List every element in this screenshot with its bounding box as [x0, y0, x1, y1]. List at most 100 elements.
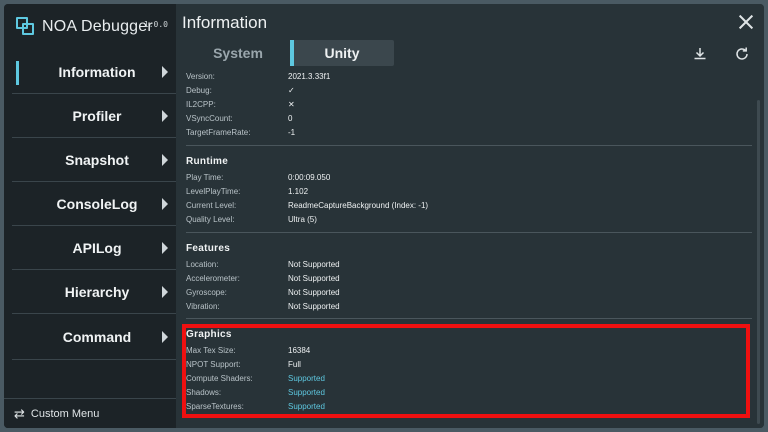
info-row: Debug: ✓ [186, 86, 752, 99]
sidebar-item-profiler[interactable]: Profiler [12, 94, 176, 138]
sidebar-item-label: Information [58, 63, 136, 80]
info-key: Location: [186, 260, 219, 269]
info-value: Supported [288, 388, 325, 397]
section-title: Features [186, 243, 231, 254]
info-row: Play Time: 0:00:09.050 [186, 173, 752, 186]
info-row: Location: Not Supported [186, 260, 752, 273]
info-content: Version: 2021.3.33f1 Debug: ✓ IL2CPP: ✕ … [176, 70, 764, 428]
sidebar-item-apilog[interactable]: APILog [12, 226, 176, 270]
info-value: ✓ [288, 86, 295, 95]
info-value: Supported [288, 374, 325, 383]
active-indicator [16, 61, 19, 85]
divider [186, 318, 752, 319]
info-row: Quality Level: Ultra (5) [186, 215, 752, 228]
refresh-icon[interactable] [734, 46, 750, 62]
info-key: Vibration: [186, 302, 220, 311]
noa-logo-icon [16, 17, 36, 37]
sidebar-item-snapshot[interactable]: Snapshot [12, 138, 176, 182]
sidebar-item-label: Command [62, 328, 132, 345]
chevron-right-icon [162, 330, 168, 343]
sidebar-item-label: Hierarchy [64, 283, 130, 300]
info-key: SparseTextures: [186, 402, 244, 411]
sidebar-item-consolelog[interactable]: ConsoleLog [12, 182, 176, 226]
info-key: Play Time: [186, 173, 224, 182]
info-row: Max Tex Size: 16384 [186, 346, 752, 359]
tab-label: Unity [324, 45, 360, 61]
info-value: Ultra (5) [288, 215, 317, 224]
info-value: -1 [288, 128, 296, 137]
chevron-right-icon [162, 241, 168, 254]
tab-unity[interactable]: Unity [290, 40, 394, 66]
info-value: 1.102 [288, 187, 309, 196]
info-value: Not Supported [288, 288, 340, 297]
sidebar-item-information[interactable]: Information [12, 50, 176, 94]
info-key: Accelerometer: [186, 274, 240, 283]
swap-arrows-icon: ⇄ [14, 405, 25, 421]
info-key: Max Tex Size: [186, 346, 236, 355]
section-title: Graphics [186, 329, 232, 340]
sidebar: NOA Debugger 1.0.0 Information Profiler … [4, 4, 176, 428]
info-key: Gyroscope: [186, 288, 227, 297]
info-value: 2021.3.33f1 [288, 72, 331, 81]
info-row: Accelerometer: Not Supported [186, 274, 752, 287]
info-row: LevelPlayTime: 1.102 [186, 187, 752, 200]
info-key: LevelPlayTime: [186, 187, 241, 196]
info-value: 16384 [288, 346, 311, 355]
info-key: NPOT Support: [186, 360, 241, 369]
section-title: Runtime [186, 156, 229, 167]
info-key: Version: [186, 72, 215, 81]
info-row: Compute Shaders: Supported [186, 374, 752, 387]
vertical-scrollbar[interactable] [757, 100, 760, 424]
info-key: VSyncCount: [186, 114, 233, 123]
info-row: TargetFrameRate: -1 [186, 128, 752, 141]
info-row: SparseTextures: Supported [186, 402, 752, 415]
info-row: Gyroscope: Not Supported [186, 288, 752, 301]
sidebar-item-command[interactable]: Command [12, 314, 176, 360]
info-key: Shadows: [186, 388, 222, 397]
info-row: Version: 2021.3.33f1 [186, 72, 752, 85]
sidebar-item-label: Profiler [72, 107, 122, 124]
tab-bar: System Unity [176, 40, 764, 70]
sidebar-item-label: ConsoleLog [56, 195, 138, 212]
chevron-right-icon [162, 285, 168, 298]
close-icon[interactable] [738, 14, 754, 30]
tab-active-indicator [290, 40, 294, 66]
info-key: Compute Shaders: [186, 374, 253, 383]
info-key: Quality Level: [186, 215, 235, 224]
tab-system[interactable]: System [188, 40, 288, 66]
info-value: Not Supported [288, 274, 340, 283]
info-key: Current Level: [186, 201, 237, 210]
info-key: Debug: [186, 86, 212, 95]
custom-menu-button[interactable]: ⇄ Custom Menu [4, 398, 176, 428]
chevron-right-icon [162, 65, 168, 78]
info-row: VSyncCount: 0 [186, 114, 752, 127]
info-value: 0:00:09.050 [288, 173, 331, 182]
sidebar-item-label: Snapshot [65, 151, 129, 168]
info-value: ✕ [288, 100, 295, 109]
custom-menu-label: Custom Menu [30, 407, 100, 420]
sidebar-item-hierarchy[interactable]: Hierarchy [12, 270, 176, 314]
info-value: Not Supported [288, 302, 340, 311]
chevron-right-icon [162, 153, 168, 166]
sidebar-item-label: APILog [72, 239, 122, 256]
app-window: NOA Debugger 1.0.0 Information Profiler … [4, 4, 764, 428]
info-key: IL2CPP: [186, 100, 216, 109]
main-panel: Information System Unity Version: 2021.3… [176, 4, 764, 428]
info-row: Vibration: Not Supported [186, 302, 752, 315]
section-runtime: Runtime Play Time: 0:00:09.050 LevelPlay… [186, 156, 752, 224]
download-icon[interactable] [692, 46, 708, 62]
chevron-right-icon [162, 109, 168, 122]
info-value: Supported [288, 402, 325, 411]
info-row: IL2CPP: ✕ [186, 100, 752, 113]
section-features: Features Location: Not Supported Acceler… [186, 243, 752, 311]
section-graphics: Graphics Max Tex Size: 16384 NPOT Suppor… [186, 329, 752, 411]
info-value: Full [288, 360, 301, 369]
info-value: 0 [288, 114, 293, 123]
brand-version: 1.0.0 [143, 20, 168, 29]
divider [186, 232, 752, 233]
info-row: NPOT Support: Full [186, 360, 752, 373]
chevron-right-icon [162, 197, 168, 210]
info-row: Shadows: Supported [186, 388, 752, 401]
info-row: Current Level: ReadmeCaptureBackground (… [186, 201, 752, 214]
info-value: Not Supported [288, 260, 340, 269]
